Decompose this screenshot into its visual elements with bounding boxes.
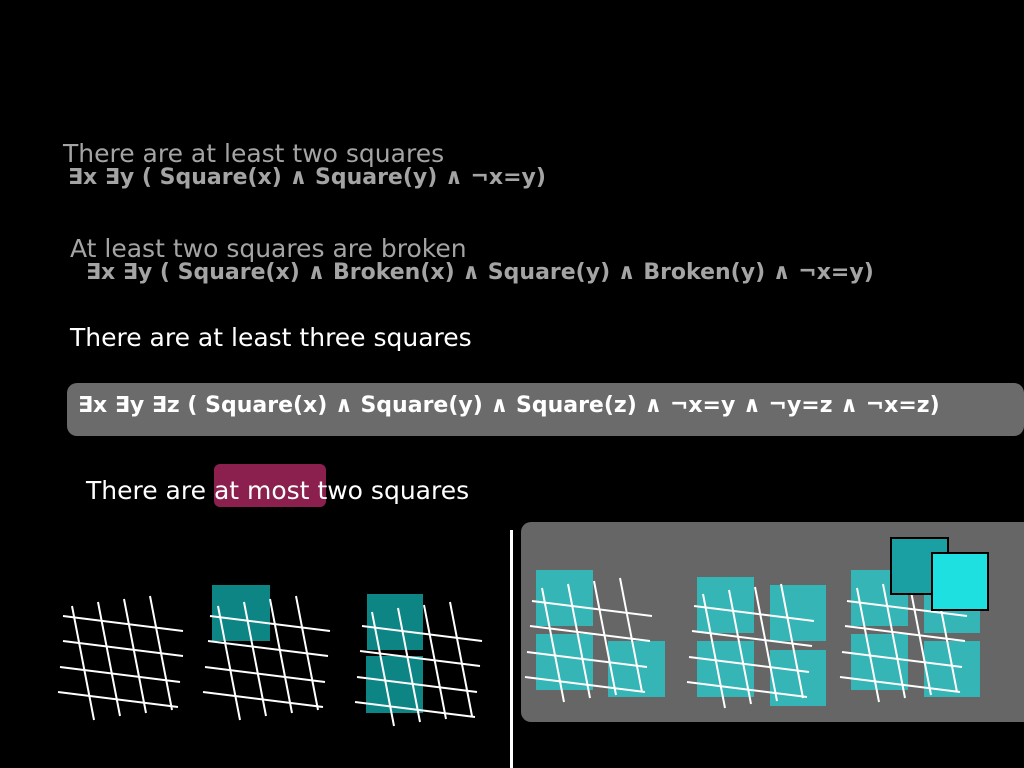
square-2a bbox=[367, 594, 423, 650]
square-4b bbox=[770, 585, 826, 641]
square-1a bbox=[212, 585, 270, 641]
square-5f bbox=[931, 552, 989, 611]
square-4d bbox=[770, 650, 826, 706]
grid-figure-0 bbox=[57, 595, 184, 721]
figures-canvas bbox=[57, 537, 989, 727]
